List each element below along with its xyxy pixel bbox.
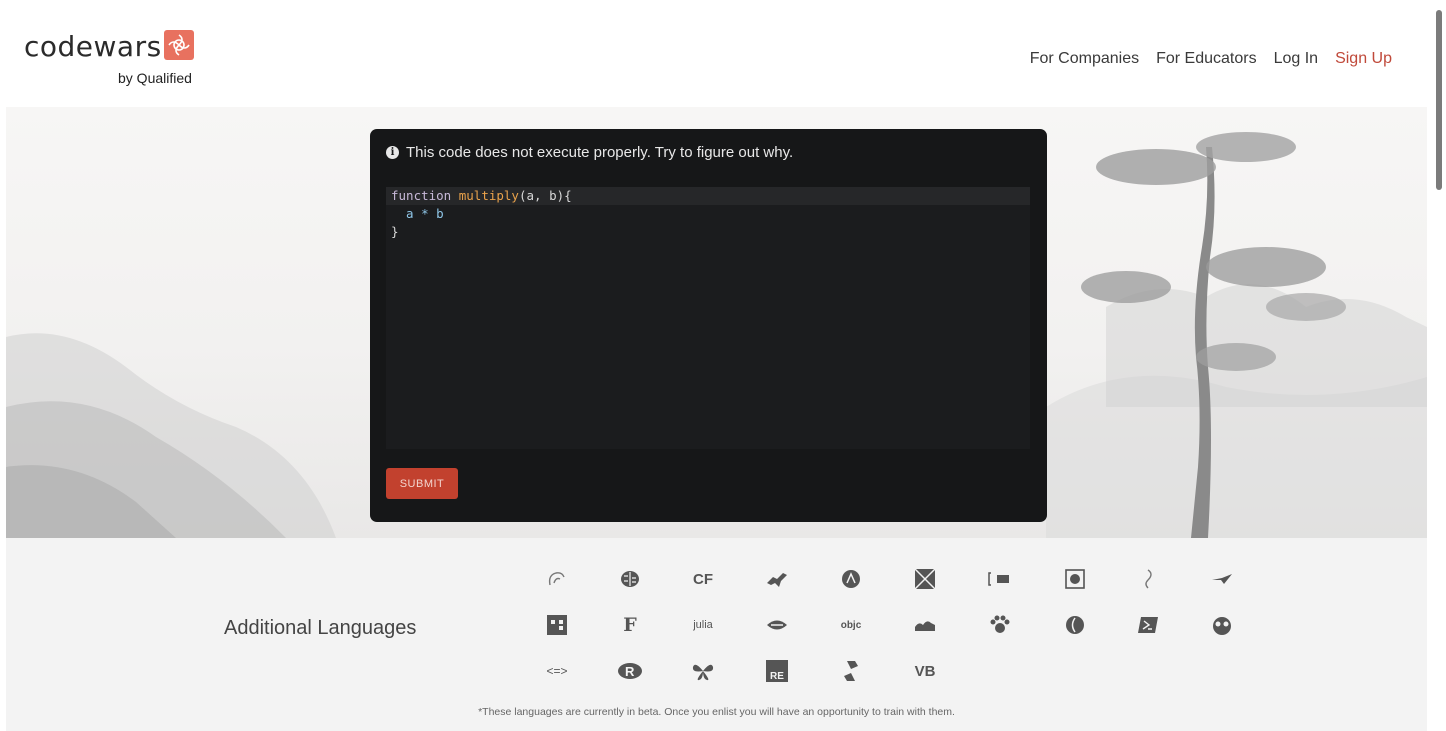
code-function-name: multiply xyxy=(458,188,519,203)
code-args: (a, b){ xyxy=(518,188,572,203)
agda-icon[interactable] xyxy=(542,567,572,591)
fsharp-icon[interactable] xyxy=(542,613,572,637)
code-line-1[interactable]: function multiply(a, b){ xyxy=(386,187,1030,205)
reason-icon-text: RE xyxy=(770,671,784,682)
objc-icon[interactable]: objc xyxy=(836,613,866,637)
coq-icon[interactable] xyxy=(836,567,866,591)
solidity-icon[interactable] xyxy=(836,659,866,683)
lambdacalc-icon[interactable] xyxy=(762,613,792,637)
brainfuck-icon[interactable] xyxy=(615,567,645,591)
code-line-3[interactable]: } xyxy=(386,223,1030,241)
additional-languages-section: Additional Languages CF F julia objc <=>… xyxy=(6,538,1427,731)
purescript-icon-text: <=> xyxy=(546,664,568,678)
fsharp-f-icon[interactable]: F xyxy=(615,613,645,637)
code-challenge-card: i This code does not execute properly. T… xyxy=(370,129,1047,522)
ocaml-icon[interactable] xyxy=(910,613,940,637)
scrollbar-thumb[interactable] xyxy=(1436,10,1442,190)
factor-icon[interactable] xyxy=(1060,567,1090,591)
cfml-icon-text: CF xyxy=(693,570,713,588)
prolog-icon[interactable] xyxy=(1207,613,1237,637)
logo-tagline: by Qualified xyxy=(118,70,192,86)
info-icon: i xyxy=(386,146,399,159)
page-frame: codewars by Qualified For Companies For … xyxy=(6,10,1427,731)
nav-for-companies[interactable]: For Companies xyxy=(1030,50,1139,68)
top-header: codewars by Qualified For Companies For … xyxy=(6,10,1427,108)
nav-for-educators[interactable]: For Educators xyxy=(1156,50,1256,68)
pascal-icon[interactable] xyxy=(985,613,1015,637)
raku-icon[interactable] xyxy=(688,659,718,683)
purescript-icon[interactable]: <=> xyxy=(542,659,572,683)
svg-text:R: R xyxy=(625,664,635,679)
julia-icon[interactable]: julia xyxy=(688,613,718,637)
beta-languages-note: *These languages are currently in beta. … xyxy=(478,706,955,718)
challenge-instructions: i This code does not execute properly. T… xyxy=(386,144,793,161)
top-nav: For Companies For Educators Log In Sign … xyxy=(1030,50,1392,68)
code-editor[interactable]: function multiply(a, b){ a * b } xyxy=(386,187,1030,449)
code-closing-brace: } xyxy=(391,224,399,239)
codewars-mark-icon xyxy=(163,30,194,60)
codewars-logo[interactable]: codewars by Qualified xyxy=(24,30,194,86)
nav-sign-up[interactable]: Sign Up xyxy=(1335,50,1392,68)
language-icon-grid: CF F julia objc <=> R RE VB xyxy=(6,538,1427,731)
forth-icon[interactable] xyxy=(1133,567,1163,591)
fortran-icon[interactable] xyxy=(1207,567,1237,591)
nav-log-in[interactable]: Log In xyxy=(1274,50,1318,68)
code-expression: a * b xyxy=(391,206,444,221)
reason-icon[interactable]: RE xyxy=(762,659,792,683)
code-keyword: function xyxy=(391,188,452,203)
objc-icon-text: objc xyxy=(840,619,862,631)
f-icon-text: F xyxy=(623,614,637,636)
cfml-icon[interactable]: CF xyxy=(688,567,718,591)
challenge-message: This code does not execute properly. Try… xyxy=(406,144,794,161)
erlang-icon[interactable] xyxy=(985,567,1015,591)
vb-icon-text: VB xyxy=(914,662,936,680)
powershell-icon[interactable] xyxy=(1133,613,1163,637)
vb-icon[interactable]: VB xyxy=(910,659,940,683)
r-icon[interactable]: R xyxy=(615,659,645,683)
logo-wordmark: codewars xyxy=(24,30,162,63)
cobol-icon[interactable] xyxy=(762,567,792,591)
submit-button[interactable]: SUBMIT xyxy=(386,468,458,499)
code-line-2[interactable]: a * b xyxy=(386,205,1030,223)
elm-icon[interactable] xyxy=(910,567,940,591)
julia-icon-text: julia xyxy=(693,619,713,631)
page-scrollbar[interactable] xyxy=(1427,0,1446,731)
perl-icon[interactable] xyxy=(1060,613,1090,637)
